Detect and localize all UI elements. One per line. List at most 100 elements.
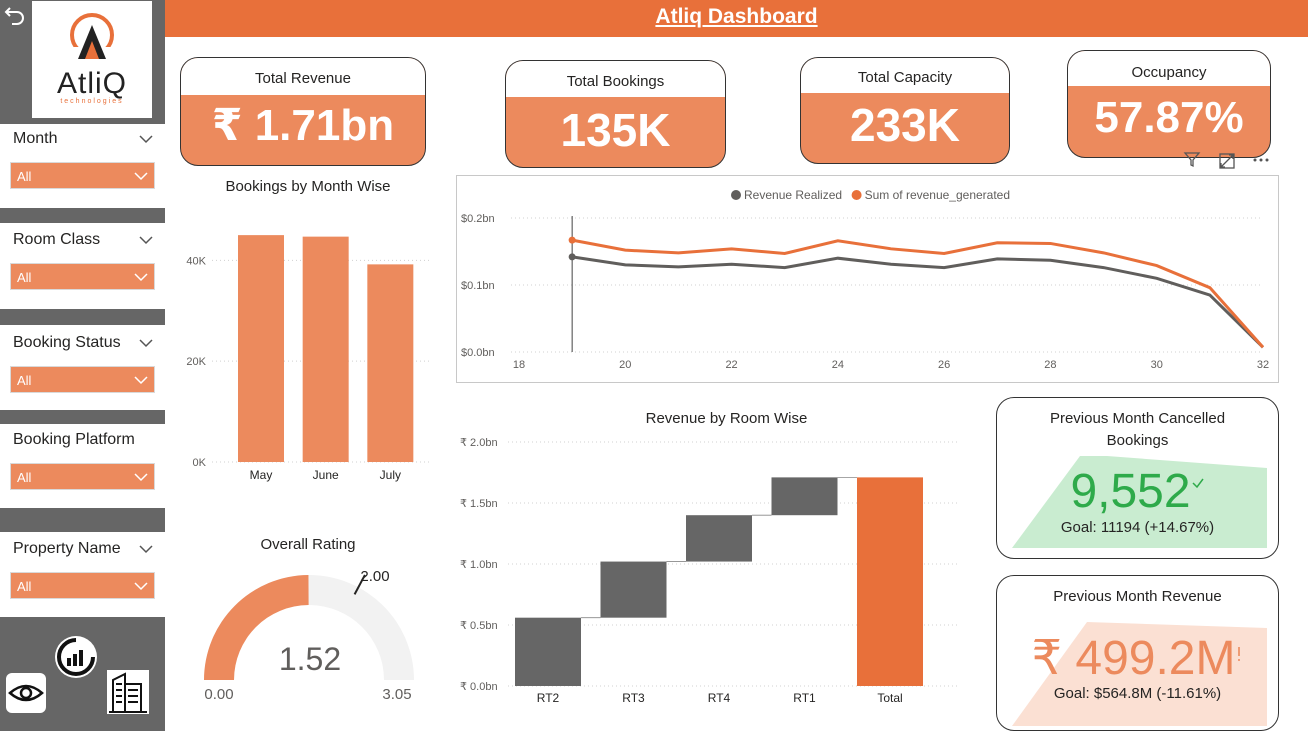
building-icon[interactable] (107, 670, 149, 714)
kpi-value: 233K (850, 99, 960, 151)
data-point (568, 253, 576, 261)
gauge-max-label: 3.05 (382, 686, 412, 703)
bar (238, 235, 284, 462)
more-options-icon[interactable] (1252, 151, 1270, 169)
series-line (571, 238, 1265, 349)
x-tick-label: RT3 (622, 691, 645, 705)
company-logo: AtliQ technologies (32, 1, 152, 118)
exclamation-icon (1238, 647, 1241, 661)
kpi-total-revenue[interactable]: Total Revenue ₹ 1.71bn (180, 57, 426, 166)
divider (0, 508, 165, 532)
focus-mode-icon[interactable] (1218, 152, 1236, 170)
previous-revenue-card[interactable]: Previous Month Revenue ₹ 499.2M Goal: $5… (996, 575, 1279, 731)
back-arrow-icon[interactable] (4, 4, 26, 26)
slicer-label: Property Name (13, 540, 121, 557)
bar (302, 236, 349, 462)
x-tick-label: July (380, 468, 401, 482)
x-tick-label: 30 (1151, 359, 1163, 371)
gauge-min-label: 0.00 (204, 686, 234, 703)
card-title: Previous Month Cancelled (1049, 410, 1226, 427)
x-tick-label: 18 (513, 359, 525, 371)
kpi-value: 135K (560, 104, 671, 156)
eye-icon[interactable] (6, 673, 46, 713)
kpi-value: 57.87% (1094, 93, 1244, 142)
card-title: Bookings (1106, 432, 1169, 449)
y-tick-label: ₹ 2.0bn (460, 437, 498, 449)
filter-icon[interactable] (1183, 150, 1201, 168)
card-value: ₹ 499.2M (997, 630, 1278, 686)
kpi-total-capacity[interactable]: Total Capacity 233K (800, 57, 1010, 164)
kpi-label: Total Capacity (801, 58, 1009, 93)
legend-label: Revenue Realized (744, 188, 842, 202)
legend-label: Sum of revenue_generated (865, 188, 1010, 202)
kpi-label: Total Bookings (506, 61, 725, 97)
card-title: Previous Month Revenue (1053, 588, 1222, 605)
cancelled-bookings-card[interactable]: Previous Month Cancelled Bookings 9,552 … (996, 397, 1279, 559)
logo-tagline: technologies (60, 98, 124, 105)
month-dropdown[interactable]: All (10, 162, 155, 189)
rating-chart-title: Overall Rating (260, 536, 356, 553)
x-tick-label: 24 (832, 359, 844, 371)
dropdown-value: All (17, 470, 32, 485)
waterfall-bar (686, 515, 752, 562)
y-tick-label: ₹ 1.5bn (460, 498, 498, 510)
chevron-down-icon (134, 273, 148, 282)
legend-marker (851, 190, 862, 200)
y-tick-label: ₹ 1.0bn (460, 559, 498, 571)
slicer-label: Month (13, 130, 58, 147)
x-tick-label: 20 (619, 359, 631, 371)
waterfall-bar (600, 561, 667, 618)
chevron-down-icon[interactable] (139, 134, 153, 144)
cancelled-count: 9,552 (1070, 465, 1191, 518)
sidebar: AtliQ technologies Month All Room Class … (0, 0, 165, 731)
header-bar: Atliq Dashboard (165, 0, 1308, 37)
y-tick-label: $0.2bn (461, 213, 495, 225)
card-goal: Goal: $564.8M (-11.61%) (1053, 685, 1222, 702)
x-tick-label: RT1 (793, 691, 816, 705)
dropdown-value: All (17, 579, 32, 594)
y-tick-label: 0K (193, 457, 207, 469)
chevron-down-icon[interactable] (139, 338, 153, 348)
revenue-value: ₹ 499.2M (1031, 632, 1236, 685)
y-tick-label: $0.1bn (461, 280, 495, 292)
x-tick-label: 32 (1257, 359, 1269, 371)
booking-platform-dropdown[interactable]: All (10, 463, 155, 490)
series-line (571, 255, 1265, 349)
dropdown-value: All (17, 270, 32, 285)
waterfall-chart-title: Revenue by Room Wise (645, 410, 808, 427)
checkmark-icon (1192, 478, 1204, 489)
legend-marker (731, 190, 741, 200)
revenue-line-chart: $0.0bn $0.1bn $0.2bn 18 20 22 24 26 28 30 32 Revenu… (461, 188, 1269, 371)
dropdown-value: All (17, 169, 32, 184)
waterfall-bar (771, 477, 838, 516)
kpi-occupancy[interactable]: Occupancy 57.87% (1067, 50, 1271, 158)
analytics-icon[interactable] (53, 634, 99, 680)
room-class-dropdown[interactable]: All (10, 263, 155, 290)
chevron-down-icon (134, 473, 148, 482)
booking-status-dropdown[interactable]: All (10, 366, 155, 393)
slicer-label: Booking Status (13, 334, 121, 351)
kpi-total-bookings[interactable]: Total Bookings 135K (505, 60, 726, 168)
bookings-bar-chart: 0K 20K 40K May June July (186, 235, 432, 482)
page-title: Atliq Dashboard (655, 5, 818, 28)
logo-mark-icon (68, 13, 116, 63)
y-tick-label: ₹ 0.0bn (460, 681, 498, 693)
dropdown-value: All (17, 373, 32, 388)
revenue-waterfall-chart: ₹ 0.0bn ₹ 0.5bn ₹ 1.0bn ₹ 1.5bn ₹ 2.0bn RT2 RT… (460, 437, 960, 705)
divider (0, 208, 165, 223)
chevron-down-icon (134, 582, 148, 591)
divider (0, 410, 165, 424)
chevron-down-icon[interactable] (139, 235, 153, 245)
kpi-label: Occupancy (1068, 51, 1270, 86)
x-tick-label: 28 (1044, 359, 1056, 371)
chevron-down-icon (134, 376, 148, 385)
waterfall-bar (857, 477, 923, 686)
chevron-down-icon (134, 172, 148, 181)
x-tick-label: RT2 (537, 691, 560, 705)
divider (0, 309, 165, 325)
property-name-dropdown[interactable]: All (10, 572, 155, 599)
waterfall-bar (515, 617, 581, 686)
y-tick-label: ₹ 0.5bn (460, 620, 498, 632)
chevron-down-icon[interactable] (139, 544, 153, 554)
x-tick-label: Total (877, 691, 902, 705)
